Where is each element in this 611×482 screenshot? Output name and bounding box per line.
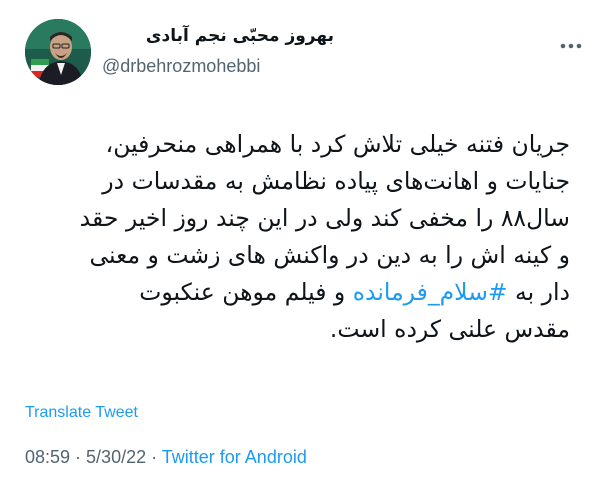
tweet-metadata: 08:59 · 5/30/22 · Twitter for Android (25, 444, 307, 470)
tweet-line: مقدس علنی کرده است. (329, 315, 570, 343)
translate-tweet-link[interactable]: Translate Tweet (25, 402, 138, 424)
tweet-line: جریان فتنه خیلی تلاش کرد با همراهی منحرف… (105, 130, 570, 158)
tweet-date[interactable]: 5/30/22 (86, 447, 146, 467)
tweet-line: سال۸۸ را مخفی کند ولی در این چند روز اخی… (79, 204, 570, 232)
avatar-image (25, 19, 91, 85)
hashtag-link[interactable]: #سلام_فرمانده (353, 278, 508, 306)
meta-separator: · (70, 447, 87, 467)
avatar[interactable] (25, 19, 91, 85)
more-horizontal-icon[interactable] (557, 36, 585, 56)
tweet-text: جریان فتنه خیلی تلاش کرد با همراهی منحرف… (22, 126, 570, 348)
tweet-line-text: و فیلم موهن عنکبوت (139, 278, 353, 306)
tweet-source-link[interactable]: Twitter for Android (162, 447, 307, 467)
tweet-line: جنایات و اهانت‌های پیاده نظامش به مقدسات… (102, 167, 570, 195)
tweet-line-text: دار به (507, 278, 570, 306)
tweet-card: بهروز محبّی نجم آبادی @drbehrozmohebbi ج… (0, 0, 611, 482)
author-display-name[interactable]: بهروز محبّی نجم آبادی (102, 24, 334, 48)
tweet-line: دار به #سلام_فرمانده و فیلم موهن عنکبوت (22, 274, 570, 311)
meta-separator: · (146, 447, 162, 467)
author-handle[interactable]: @drbehrozmohebbi (102, 54, 260, 78)
tweet-header: بهروز محبّی نجم آبادی @drbehrozmohebbi (0, 0, 611, 100)
tweet-time[interactable]: 08:59 (25, 447, 70, 467)
tweet-line: و کینه اش را به دین در واکنش های زشت و م… (89, 241, 570, 269)
